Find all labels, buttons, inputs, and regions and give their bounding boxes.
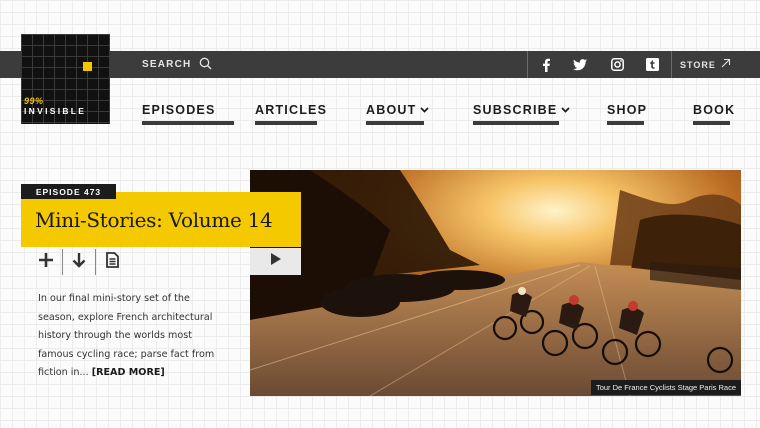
episode-description: In our final mini-story set of the seaso… bbox=[38, 290, 228, 383]
instagram-icon[interactable] bbox=[599, 51, 635, 78]
divider bbox=[671, 51, 672, 78]
read-more-link[interactable]: [READ MORE] bbox=[92, 367, 165, 378]
episode-actions bbox=[30, 249, 128, 275]
tumblr-icon[interactable] bbox=[634, 51, 670, 78]
nav-articles[interactable]: ARTICLES bbox=[255, 103, 326, 125]
top-bar: SEARCH STORE bbox=[0, 51, 760, 78]
twitter-icon[interactable] bbox=[562, 51, 598, 78]
document-icon bbox=[105, 251, 119, 273]
chevron-down-icon bbox=[561, 103, 571, 117]
episode-title-link[interactable]: Mini-Stories: Volume 14 bbox=[21, 192, 301, 247]
nav-label: SHOP bbox=[607, 103, 648, 117]
nav-episodes[interactable]: EPISODES bbox=[142, 103, 234, 125]
nav-shop[interactable]: SHOP bbox=[607, 103, 648, 125]
image-caption: Tour De France Cyclists Stage Paris Race bbox=[590, 380, 741, 395]
download-button[interactable] bbox=[63, 249, 95, 275]
search-button[interactable]: SEARCH bbox=[142, 51, 212, 78]
episode-title: Mini-Stories: Volume 14 bbox=[35, 207, 273, 232]
logo-99pi[interactable]: 99% INVISIBLE bbox=[21, 34, 110, 124]
nav-label: ARTICLES bbox=[255, 103, 328, 117]
play-button[interactable] bbox=[250, 248, 301, 275]
episode-label: EPISODE 473 bbox=[21, 184, 116, 199]
hero-image[interactable] bbox=[250, 170, 741, 396]
description-text: In our final mini-story set of the seaso… bbox=[38, 293, 215, 378]
nav-label: EPISODES bbox=[142, 103, 216, 117]
nav-subscribe[interactable]: SUBSCRIBE bbox=[473, 103, 571, 125]
chevron-down-icon bbox=[420, 103, 430, 117]
play-icon bbox=[270, 252, 282, 271]
nav-book[interactable]: BOOK bbox=[693, 103, 734, 125]
nav-about[interactable]: ABOUT bbox=[366, 103, 430, 125]
add-button[interactable] bbox=[30, 249, 62, 275]
search-icon bbox=[199, 57, 212, 73]
arrow-up-right-icon bbox=[720, 58, 731, 71]
logo-square bbox=[83, 62, 92, 71]
plus-icon bbox=[38, 252, 54, 273]
download-icon bbox=[72, 252, 86, 273]
transcript-button[interactable] bbox=[96, 249, 128, 275]
logo-number: 99% bbox=[24, 96, 44, 106]
store-label: STORE bbox=[680, 59, 716, 70]
facebook-icon[interactable] bbox=[528, 51, 564, 78]
nav-label: SUBSCRIBE bbox=[473, 103, 558, 117]
search-label: SEARCH bbox=[142, 59, 192, 70]
nav-label: ABOUT bbox=[366, 103, 417, 117]
nav-label: BOOK bbox=[693, 103, 736, 117]
logo-word: INVISIBLE bbox=[24, 106, 87, 116]
store-link[interactable]: STORE bbox=[680, 51, 731, 78]
